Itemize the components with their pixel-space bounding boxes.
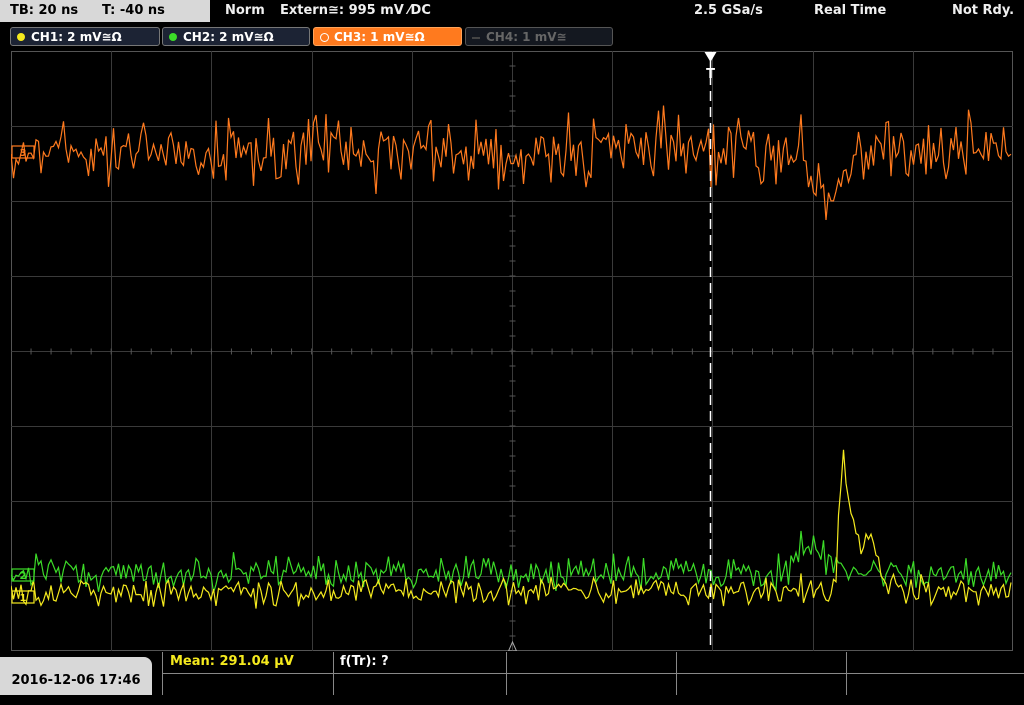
- measurement-cell-divider: [676, 652, 677, 695]
- channel-2-label: CH2: 2 mV≅Ω: [183, 30, 274, 44]
- date-time-panel: 2016-12-06 17:46: [0, 657, 152, 695]
- timebase-panel[interactable]: TB: 20 ns T: -40 ns: [0, 0, 210, 22]
- channel-2-trace: [10, 530, 1012, 593]
- channel-3-label: CH3: 1 mV≅Ω: [334, 30, 425, 44]
- channel-bar: CH1: 2 mV≅Ω CH2: 2 mV≅Ω CH3: 1 mV≅Ω CH4:…: [0, 25, 1024, 49]
- channel-4-button[interactable]: CH4: 1 mV≅: [465, 27, 613, 46]
- channel-2-button[interactable]: CH2: 2 mV≅Ω: [162, 27, 310, 46]
- channel-1-label: CH1: 2 mV≅Ω: [31, 30, 122, 44]
- measurement-cell-divider: [333, 652, 334, 695]
- waveform-canvas[interactable]: T 3 2 1: [10, 50, 1014, 652]
- timebase-label: TB: 20 ns: [10, 3, 79, 18]
- trigger-time-label: T: -40 ns: [102, 3, 165, 18]
- status-bar: TB: 20 ns T: -40 ns Norm Extern≅: 995 mV…: [0, 0, 1024, 24]
- date-time: 2016-12-06 17:46: [11, 673, 141, 688]
- waveform-display[interactable]: T 3 2 1: [10, 50, 1014, 652]
- channel-2-indicator-icon: [169, 33, 177, 41]
- measurement-cell-divider: [506, 652, 507, 695]
- measurement-divider: [163, 673, 1024, 674]
- trigger-source[interactable]: Extern≅: 995 mV ⁄DC: [280, 0, 431, 22]
- channel-1-trace: [10, 449, 1012, 609]
- channel-4-indicator-icon: [472, 37, 480, 39]
- measurement-panel[interactable]: Mean: 291.04 µV f(Tr): ?: [162, 652, 1024, 695]
- trigger-position-icon: [704, 52, 717, 62]
- channel-3-indicator-icon: [320, 33, 329, 42]
- channel-1-button[interactable]: CH1: 2 mV≅Ω: [10, 27, 160, 46]
- footer-bar: 2016-12-06 17:46 Mean: 291.04 µV f(Tr): …: [0, 652, 1024, 695]
- channel-3-trace: [10, 105, 1012, 220]
- channel-2-level-marker-label: 2: [20, 571, 27, 582]
- mean-measurement[interactable]: Mean: 291.04 µV: [170, 654, 294, 669]
- channel-3-button[interactable]: CH3: 1 mV≅Ω: [313, 27, 462, 46]
- acquisition-mode: Real Time: [814, 3, 887, 18]
- channel-4-label: CH4: 1 mV≅: [486, 30, 567, 44]
- measurement-cell-divider: [846, 652, 847, 695]
- rise-frequency-measurement[interactable]: f(Tr): ?: [340, 654, 389, 669]
- sample-rate: 2.5 GSa/s: [694, 3, 763, 18]
- trigger-mode[interactable]: Norm: [225, 0, 265, 22]
- channel-3-level-marker-label: 3: [20, 148, 27, 159]
- trigger-marker-label: T: [706, 67, 715, 82]
- acquisition-status: Not Rdy.: [952, 3, 1015, 18]
- channel-1-indicator-icon: [17, 33, 25, 41]
- channel-1-level-marker-label: 1: [20, 593, 27, 604]
